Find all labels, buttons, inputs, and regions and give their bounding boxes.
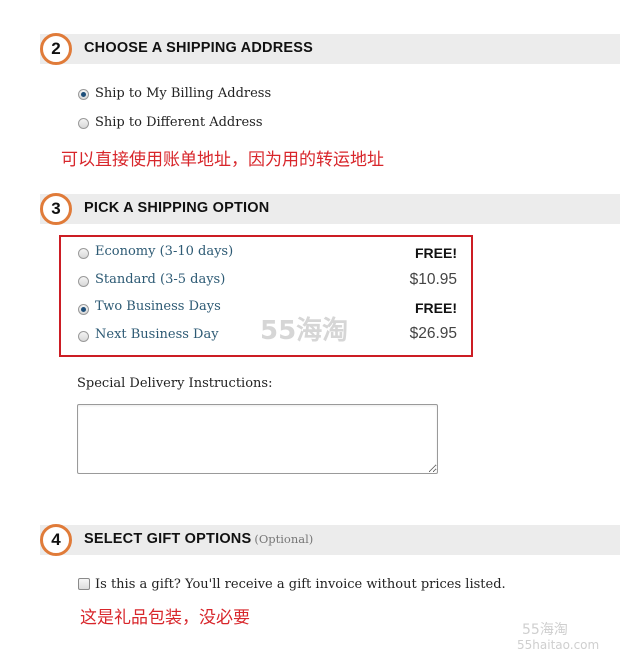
corner-watermark-logo: 55海淘 (522, 622, 568, 638)
step-2-badge: 2 (40, 33, 72, 65)
next-day-label[interactable]: Next Business Day (95, 327, 219, 342)
shipping-address-header: 2 CHOOSE A SHIPPING ADDRESS (40, 33, 620, 65)
economy-radio[interactable] (78, 248, 89, 259)
address-annotation: 可以直接使用账单地址，因为用的转运地址 (61, 150, 384, 170)
standard-radio[interactable] (78, 276, 89, 287)
gift-options-title: SELECT GIFT OPTIONS (84, 531, 252, 547)
gift-checkbox[interactable] (78, 578, 90, 590)
gift-options-title-wrap: SELECT GIFT OPTIONS (Optional) (84, 531, 313, 547)
next-day-radio[interactable] (78, 331, 89, 342)
economy-label[interactable]: Economy (3-10 days) (95, 244, 233, 259)
center-watermark: 55海淘 (260, 316, 349, 346)
shipping-option-title: PICK A SHIPPING OPTION (84, 200, 270, 216)
step-3-badge: 3 (40, 193, 72, 225)
standard-price: $10.95 (409, 271, 457, 288)
ship-different-label[interactable]: Ship to Different Address (95, 115, 263, 130)
optional-tag: (Optional) (254, 532, 314, 546)
economy-price: FREE! (415, 245, 457, 261)
standard-label[interactable]: Standard (3-5 days) (95, 272, 225, 287)
shipping-address-title: CHOOSE A SHIPPING ADDRESS (84, 40, 313, 56)
corner-watermark-url: 55haitao.com (517, 638, 600, 652)
ship-billing-label[interactable]: Ship to My Billing Address (95, 86, 271, 101)
gift-options-header: 4 SELECT GIFT OPTIONS (Optional) (40, 524, 620, 556)
shipping-option-header: 3 PICK A SHIPPING OPTION (40, 193, 620, 225)
next-day-price: $26.95 (409, 325, 457, 342)
instructions-textarea[interactable] (77, 404, 438, 474)
ship-billing-radio[interactable] (78, 89, 89, 100)
instructions-label: Special Delivery Instructions: (77, 376, 273, 391)
gift-checkbox-label[interactable]: Is this a gift? You'll receive a gift in… (95, 577, 506, 592)
two-day-price: FREE! (415, 300, 457, 316)
step-4-badge: 4 (40, 524, 72, 556)
two-day-radio[interactable] (78, 304, 89, 315)
two-day-label[interactable]: Two Business Days (95, 299, 221, 314)
ship-different-radio[interactable] (78, 118, 89, 129)
gift-annotation: 这是礼品包装，没必要 (80, 608, 250, 628)
